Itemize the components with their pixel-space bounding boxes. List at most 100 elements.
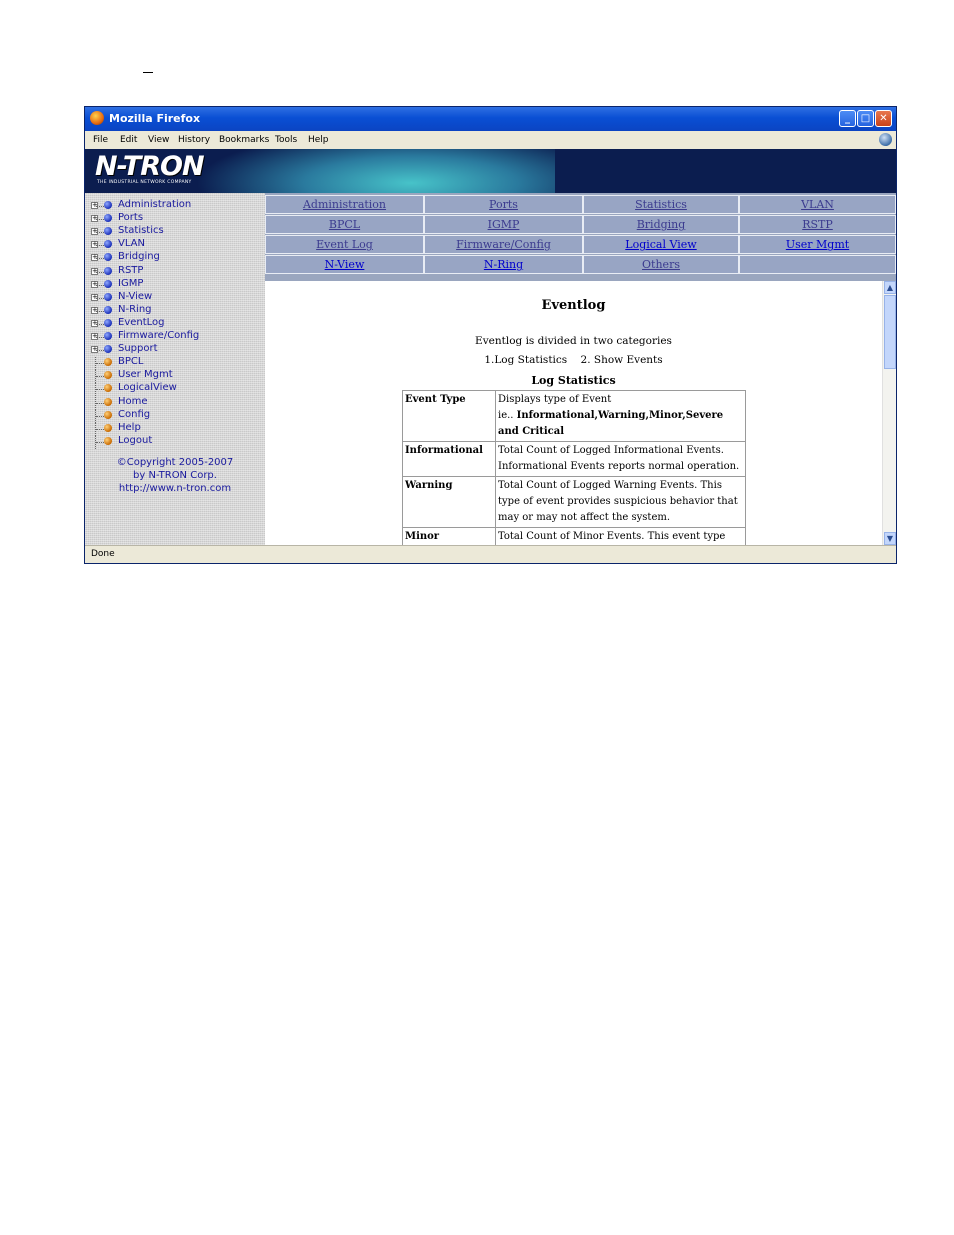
tree-connector	[96, 245, 104, 247]
table-desc: Total Count of Logged Warning Events. Th…	[495, 476, 746, 528]
nav-link[interactable]: N-View	[325, 258, 365, 271]
nav-link[interactable]: BPCL	[329, 218, 360, 231]
scroll-down-icon[interactable]: ▼	[884, 532, 896, 545]
nav-link[interactable]: Statistics	[635, 198, 687, 211]
menu-bookmarks[interactable]: Bookmarks	[219, 135, 269, 145]
ntron-banner: N-TRON THE INDUSTRIAL NETWORK COMPANY	[85, 149, 896, 193]
folder-bullet-icon	[104, 214, 112, 223]
table-row: Event Type Displays type of Event ie.. In…	[402, 390, 746, 442]
nav-link[interactable]: N-Ring	[484, 258, 523, 271]
tree-connector	[96, 350, 104, 352]
sidebar-item-label[interactable]: Firmware/Config	[118, 330, 199, 341]
nav-link[interactable]: IGMP	[488, 218, 520, 231]
nav-tab-n-view[interactable]: N-View	[265, 255, 424, 274]
nav-tab-bpcl[interactable]: BPCL	[265, 215, 424, 234]
nav-tab-administration[interactable]: Administration	[265, 195, 424, 214]
menu-view[interactable]: View	[148, 135, 169, 145]
content-pane: Eventlog Eventlog is divided in two cate…	[265, 281, 882, 545]
nav-link[interactable]: VLAN	[801, 198, 834, 211]
title-bar[interactable]: Mozilla Firefox _ □ ✕	[85, 107, 896, 131]
nav-tab-statistics[interactable]: Statistics	[583, 195, 739, 214]
tree-connector	[96, 415, 104, 418]
status-text: Done	[91, 549, 115, 559]
nav-tab-vlan[interactable]: VLAN	[739, 195, 896, 214]
menu-tools[interactable]: Tools	[275, 135, 297, 145]
nav-tab-empty	[739, 255, 896, 274]
website-link[interactable]: http://www.n-tron.com	[85, 482, 265, 495]
nav-tab-others[interactable]: Others	[583, 255, 739, 274]
page-dash-mark	[143, 72, 153, 73]
sidebar-item-label[interactable]: N-View	[118, 291, 152, 302]
sidebar-item-label[interactable]: Administration	[118, 199, 191, 210]
sidebar-item-label[interactable]: VLAN	[118, 238, 145, 249]
nav-tab-firmware-config[interactable]: Firmware/Config	[424, 235, 583, 254]
copyright-line: ©Copyright 2005-2007	[116, 457, 234, 468]
nav-link[interactable]: Event Log	[316, 238, 373, 251]
folder-bullet-icon	[104, 240, 112, 249]
nav-tab-rstp[interactable]: RSTP	[739, 215, 896, 234]
tree-connector	[96, 232, 104, 234]
nav-tab-ports[interactable]: Ports	[424, 195, 583, 214]
nav-link[interactable]: Bridging	[637, 218, 686, 231]
sidebar-item-label[interactable]: Ports	[118, 212, 143, 223]
sidebar-item-label[interactable]: BPCL	[118, 356, 143, 367]
nav-tab-logical-view[interactable]: Logical View	[583, 235, 739, 254]
menu-file[interactable]: File	[93, 135, 108, 145]
table-desc-text: ie..	[498, 410, 517, 421]
sidebar-item-label[interactable]: Home	[118, 396, 148, 407]
table-key: Event Type	[402, 390, 496, 442]
nav-link[interactable]: User Mgmt	[786, 238, 849, 251]
table-desc: Displays type of Event ie.. Informational…	[495, 390, 746, 442]
logo-wordmark: N-TRON	[95, 151, 205, 182]
folder-bullet-icon	[104, 253, 112, 262]
sidebar-item-label[interactable]: Bridging	[118, 251, 160, 262]
vertical-scrollbar[interactable]: ▲ ▼	[882, 281, 896, 545]
nav-link[interactable]: Administration	[303, 198, 386, 211]
table-desc-bold: Informational,Warning,Minor,Severe and C…	[498, 410, 724, 437]
ntron-logo: N-TRON THE INDUSTRIAL NETWORK COMPANY	[95, 153, 209, 187]
nav-link[interactable]: Ports	[489, 198, 518, 211]
maximize-button[interactable]: □	[857, 110, 874, 127]
sidebar-item-label[interactable]: Statistics	[118, 225, 164, 236]
window-title: Mozilla Firefox	[109, 112, 201, 125]
close-button[interactable]: ✕	[875, 110, 892, 127]
tree-connector	[96, 271, 104, 274]
nav-tab-bridging[interactable]: Bridging	[583, 215, 739, 234]
tree-connector	[96, 258, 104, 260]
table-row: Informational Total Count of Logged Info…	[402, 441, 746, 477]
nav-tab-event-log[interactable]: Event Log	[265, 235, 424, 254]
nav-tab-igmp[interactable]: IGMP	[424, 215, 583, 234]
sidebar-item-label[interactable]: LogicalView	[118, 382, 177, 393]
nav-link[interactable]: Logical View	[625, 238, 696, 251]
folder-bullet-icon	[104, 318, 112, 327]
sidebar-item-label[interactable]: Support	[118, 343, 158, 354]
sidebar-item-label[interactable]: N-Ring	[118, 304, 152, 315]
sidebar-item-label[interactable]: Config	[118, 409, 150, 420]
nav-link[interactable]: Others	[642, 258, 680, 271]
page-bullet-icon	[104, 371, 112, 380]
eventlog-table: Event Type Displays type of Event ie.. In…	[402, 390, 746, 545]
menu-edit[interactable]: Edit	[120, 135, 137, 145]
sidebar-item-label[interactable]: Logout	[118, 435, 152, 446]
menu-help[interactable]: Help	[308, 135, 329, 145]
sidebar-item-label[interactable]: User Mgmt	[118, 369, 173, 380]
sidebar-item-label[interactable]: Help	[118, 422, 141, 433]
menu-history[interactable]: History	[178, 135, 210, 145]
scroll-up-icon[interactable]: ▲	[884, 281, 896, 294]
folder-bullet-icon	[104, 345, 112, 354]
nav-tab-n-ring[interactable]: N-Ring	[424, 255, 583, 274]
main-frame: Administration Ports Statistics VLAN BPCL IGM…	[265, 193, 896, 545]
tree-connector	[96, 206, 104, 208]
minimize-button[interactable]: _	[839, 110, 856, 127]
page-bullet-icon	[104, 384, 112, 393]
table-desc-text: Displays type of Event	[498, 394, 612, 405]
nav-tab-user-mgmt[interactable]: User Mgmt	[739, 235, 896, 254]
nav-link[interactable]: RSTP	[802, 218, 833, 231]
nav-link[interactable]: Firmware/Config	[456, 238, 551, 251]
sidebar-item-label[interactable]: RSTP	[118, 265, 143, 276]
sidebar-item-label[interactable]: IGMP	[118, 278, 143, 289]
sidebar-item-label[interactable]: EventLog	[118, 317, 165, 328]
browser-window: Mozilla Firefox _ □ ✕ File Edit View His…	[84, 106, 897, 564]
copyright-block: ©Copyright 2005-2007 by N-TRON Corp. http:…	[85, 456, 265, 495]
scroll-thumb[interactable]	[884, 295, 896, 369]
